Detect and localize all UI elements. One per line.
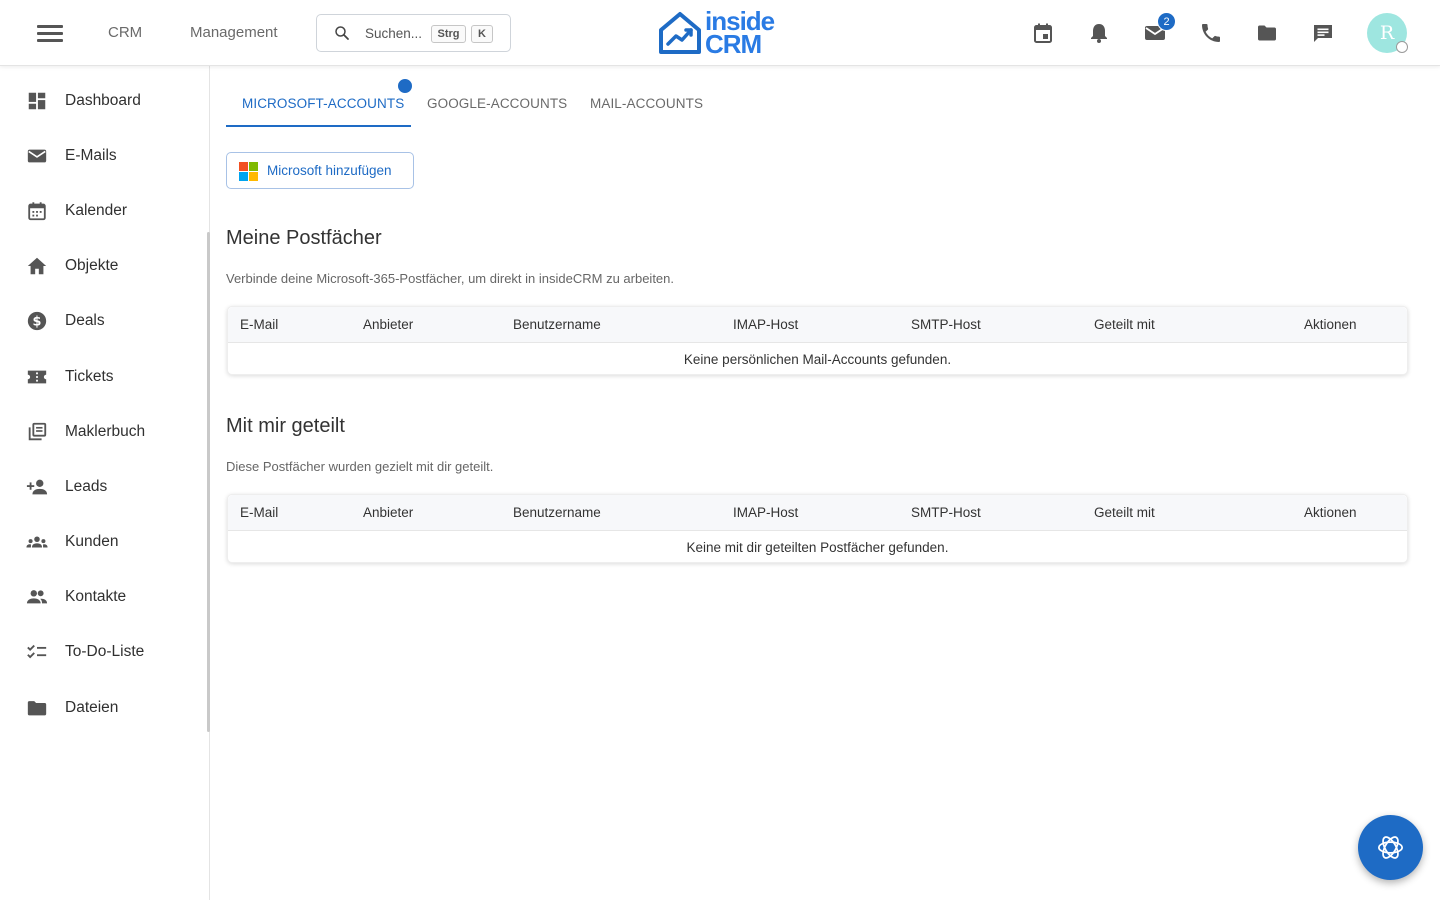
column-header-provider[interactable]: Anbieter	[363, 317, 413, 332]
sidebar-item-deals[interactable]: $ Deals	[0, 299, 209, 343]
sidebar-scrollbar[interactable]	[207, 232, 210, 732]
column-header-provider[interactable]: Anbieter	[363, 505, 413, 520]
empty-state-text: Keine persönlichen Mail-Accounts gefunde…	[683, 352, 952, 367]
logo-text-crm: CRM	[705, 29, 762, 59]
bell-icon[interactable]	[1087, 21, 1111, 45]
nav-crm[interactable]: CRM	[108, 24, 142, 41]
shortcut-key: K	[471, 25, 493, 43]
empty-state-text: Keine mit dir geteilten Postfächer gefun…	[686, 540, 949, 555]
column-header-email[interactable]: E-Mail	[240, 317, 278, 332]
sidebar-item-label: Leads	[65, 478, 108, 495]
section-description: Diese Postfächer wurden gezielt mit dir …	[226, 459, 494, 474]
ai-assistant-button[interactable]	[1358, 815, 1423, 880]
shared-mailboxes-table: E-Mail Anbieter Benutzername IMAP-Host S…	[227, 494, 1408, 563]
sidebar-item-label: Maklerbuch	[65, 423, 146, 440]
sidebar-item-label: To-Do-Liste	[65, 643, 145, 660]
sidebar: Dashboard E-Mails Kalender Objekte $ Dea…	[0, 66, 210, 900]
insidecrm-logo[interactable]: inside CRM	[657, 6, 787, 59]
column-header-shared-with[interactable]: Geteilt mit	[1094, 505, 1155, 520]
ai-assistant-icon	[1378, 836, 1403, 859]
chat-icon[interactable]	[1311, 21, 1335, 45]
svg-text:$: $	[33, 315, 42, 330]
search-placeholder: Suchen...	[365, 26, 423, 41]
sidebar-item-label: Objekte	[65, 257, 119, 274]
calendar-icon	[28, 202, 46, 221]
mail-icon	[27, 149, 47, 163]
column-header-imap[interactable]: IMAP-Host	[733, 505, 798, 520]
top-bar: CRM Management Suchen... Strg K inside C…	[0, 0, 1440, 66]
nav-management[interactable]: Management	[190, 24, 278, 41]
section-title-shared-with-me: Mit mir geteilt	[226, 415, 345, 437]
sidebar-item-objekte[interactable]: Objekte	[0, 244, 209, 288]
sidebar-item-label: Tickets	[65, 368, 114, 385]
active-tab-indicator	[226, 125, 411, 127]
sidebar-item-label: Kunden	[65, 533, 119, 550]
column-header-shared-with[interactable]: Geteilt mit	[1094, 317, 1155, 332]
menu-icon[interactable]	[34, 21, 66, 45]
add-microsoft-button[interactable]: Microsoft hinzufügen	[226, 152, 414, 189]
section-description: Verbinde deine Microsoft-365-Postfächer,…	[226, 271, 674, 286]
person-add-icon	[26, 479, 48, 495]
my-mailboxes-table: E-Mail Anbieter Benutzername IMAP-Host S…	[227, 306, 1408, 375]
sidebar-item-leads[interactable]: Leads	[0, 465, 209, 509]
logo-house-icon	[659, 12, 701, 54]
column-header-smtp[interactable]: SMTP-Host	[911, 317, 981, 332]
sidebar-item-label: Kontakte	[65, 588, 127, 605]
microsoft-icon	[239, 162, 258, 181]
ticket-icon	[27, 370, 47, 384]
column-header-username[interactable]: Benutzername	[513, 505, 601, 520]
tab-google-accounts[interactable]: GOOGLE-ACCOUNTS	[427, 96, 567, 111]
sidebar-item-label: Dateien	[65, 699, 119, 716]
sidebar-item-dashboard[interactable]: Dashboard	[0, 79, 209, 123]
column-header-username[interactable]: Benutzername	[513, 317, 601, 332]
dollar-icon: $	[27, 311, 47, 331]
groups-icon	[26, 536, 48, 548]
checklist-icon	[27, 644, 47, 659]
column-header-email[interactable]: E-Mail	[240, 505, 278, 520]
home-icon	[27, 257, 47, 275]
tab-microsoft-accounts[interactable]: MICROSOFT-ACCOUNTS	[242, 96, 404, 111]
section-title-my-mailboxes: Meine Postfächer	[226, 227, 382, 249]
sidebar-item-maklerbuch[interactable]: Maklerbuch	[0, 410, 209, 454]
calendar-icon[interactable]	[1031, 21, 1055, 45]
column-header-actions: Aktionen	[1304, 505, 1357, 520]
folder-icon[interactable]	[1255, 21, 1279, 45]
sidebar-item-label: Deals	[65, 312, 105, 329]
sidebar-item-kunden[interactable]: Kunden	[0, 520, 209, 564]
tab-mail-accounts[interactable]: MAIL-ACCOUNTS	[590, 96, 703, 111]
tab-notification-badge	[396, 77, 414, 95]
library-icon	[28, 422, 47, 441]
mail-count-badge: 2	[1157, 12, 1176, 31]
phone-icon[interactable]	[1199, 21, 1223, 45]
sidebar-item-label: E-Mails	[65, 147, 117, 164]
table-header: E-Mail Anbieter Benutzername IMAP-Host S…	[228, 307, 1407, 343]
sidebar-item-emails[interactable]: E-Mails	[0, 134, 209, 178]
add-microsoft-label: Microsoft hinzufügen	[267, 163, 392, 178]
people-icon	[26, 590, 48, 604]
dashboard-icon	[28, 92, 46, 110]
column-header-smtp[interactable]: SMTP-Host	[911, 505, 981, 520]
search-icon	[335, 26, 349, 40]
sidebar-item-dateien[interactable]: Dateien	[0, 686, 209, 730]
sidebar-item-tickets[interactable]: Tickets	[0, 355, 209, 399]
sidebar-item-kalender[interactable]: Kalender	[0, 189, 209, 233]
column-header-imap[interactable]: IMAP-Host	[733, 317, 798, 332]
folder-icon	[27, 701, 47, 716]
sidebar-item-label: Kalender	[65, 202, 128, 219]
sidebar-item-kontakte[interactable]: Kontakte	[0, 575, 209, 619]
column-header-actions: Aktionen	[1304, 317, 1357, 332]
status-indicator	[1396, 41, 1408, 53]
sidebar-item-todo[interactable]: To-Do-Liste	[0, 630, 209, 674]
search-input[interactable]: Suchen... Strg K	[316, 14, 511, 52]
table-header: E-Mail Anbieter Benutzername IMAP-Host S…	[228, 495, 1407, 531]
sidebar-item-label: Dashboard	[65, 92, 141, 109]
shortcut-modifier: Strg	[431, 25, 466, 43]
